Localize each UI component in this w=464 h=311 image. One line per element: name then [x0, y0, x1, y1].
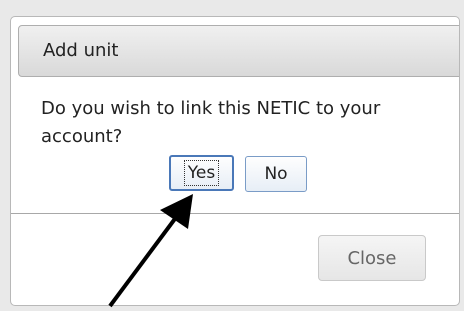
dialog-message: Do you wish to link this NETIC to your a…: [41, 98, 381, 147]
dialog-title: Add unit: [43, 40, 119, 61]
dialog-titlebar: Add unit: [18, 25, 459, 77]
yes-button[interactable]: Yes: [169, 155, 234, 191]
dialog-divider: [11, 213, 459, 214]
yes-button-label: Yes: [183, 160, 220, 186]
add-unit-dialog: Add unit Do you wish to link this NETIC …: [10, 16, 460, 306]
close-button[interactable]: Close: [318, 235, 426, 281]
no-button[interactable]: No: [245, 156, 307, 192]
